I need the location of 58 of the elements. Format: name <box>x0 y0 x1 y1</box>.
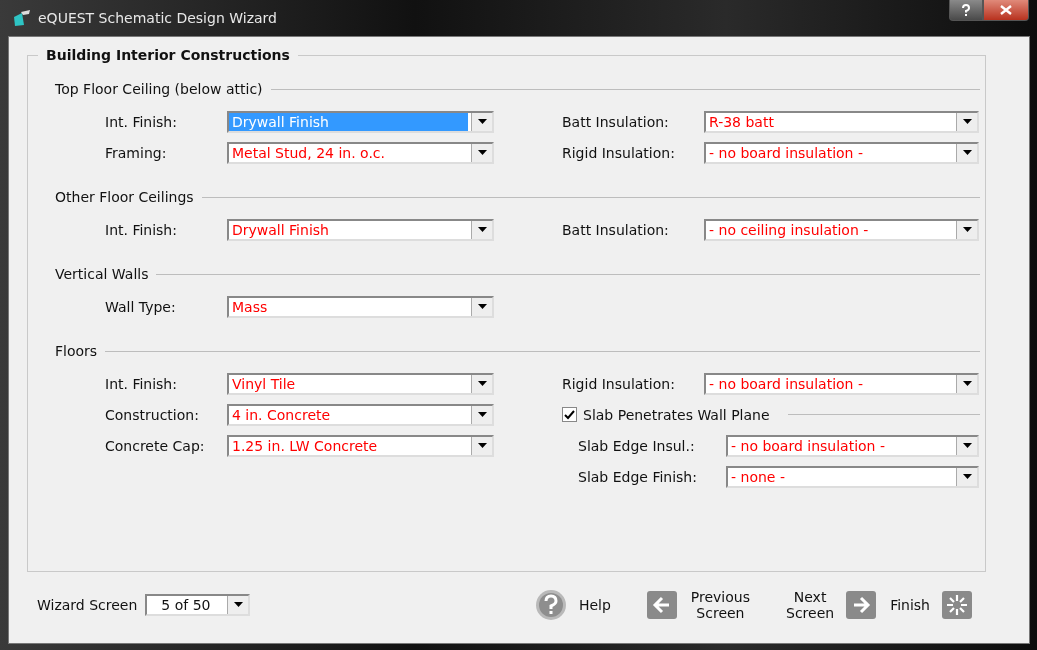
help-link[interactable]: Help <box>578 596 611 613</box>
field-label: Int. Finish: <box>105 221 178 238</box>
dropdown[interactable]: Drywall Finish <box>227 218 494 241</box>
checkbox-label: Slab Penetrates Wall Plane <box>583 406 770 423</box>
help-icon[interactable] <box>949 0 983 21</box>
section-title: Floors <box>55 343 98 359</box>
next-screen-link[interactable]: Next Screen <box>786 588 835 621</box>
field-label: Int. Finish: <box>105 113 178 130</box>
section-title: Vertical Walls <box>55 266 149 282</box>
caret-icon <box>956 374 977 393</box>
dropdown[interactable]: Mass <box>227 295 494 318</box>
wizard-screen-label: Wizard Screen <box>37 596 138 613</box>
field-label: Concrete Cap: <box>105 437 206 454</box>
field-label: Batt Insulation: <box>562 113 670 130</box>
previous-screen-link[interactable]: Previous Screen <box>690 588 750 621</box>
sparkle-icon[interactable] <box>942 590 972 619</box>
dropdown[interactable]: - no board insulation - <box>726 434 979 457</box>
dropdown[interactable]: Vinyl Tile <box>227 372 494 395</box>
caret-icon <box>471 297 492 316</box>
close-icon[interactable] <box>983 0 1029 21</box>
caret-icon <box>956 436 977 455</box>
finish-link[interactable]: Finish <box>890 596 930 613</box>
dropdown[interactable]: - no board insulation - <box>704 141 979 164</box>
caret-icon <box>956 112 977 131</box>
group-title: Building Interior Constructions <box>38 47 298 63</box>
dropdown[interactable]: - no board insulation - <box>704 372 979 395</box>
caret-icon <box>471 374 492 393</box>
caret-icon <box>471 143 492 162</box>
field-label: Slab Edge Insul.: <box>578 437 696 454</box>
field-label: Construction: <box>105 406 200 423</box>
caret-icon <box>471 436 492 455</box>
field-label: Batt Insulation: <box>562 221 670 238</box>
field-label: Rigid Insulation: <box>562 144 676 161</box>
caret-icon <box>471 220 492 239</box>
section-title: Top Floor Ceiling (below attic) <box>55 81 263 97</box>
dropdown[interactable]: Metal Stud, 24 in. o.c. <box>227 141 494 164</box>
section-title: Other Floor Ceilings <box>55 189 194 205</box>
field-label: Slab Edge Finish: <box>578 468 698 485</box>
dropdown[interactable]: 4 in. Concrete <box>227 403 494 426</box>
dropdown[interactable]: - no ceiling insulation - <box>704 218 979 241</box>
field-label: Wall Type: <box>105 298 177 315</box>
caret-icon <box>956 220 977 239</box>
dropdown[interactable]: Drywall Finish <box>227 110 494 133</box>
checkbox[interactable] <box>562 407 577 422</box>
app-icon <box>12 9 32 27</box>
caret-icon <box>227 595 249 614</box>
field-label: Int. Finish: <box>105 375 178 392</box>
dropdown[interactable]: 1.25 in. LW Concrete <box>227 434 494 457</box>
caret-icon <box>471 405 492 424</box>
dropdown[interactable]: - none - <box>726 465 979 488</box>
screen-dropdown[interactable]: 5 of 50 <box>145 593 251 616</box>
window-title: eQUEST Schematic Design Wizard <box>38 10 277 26</box>
field-label: Rigid Insulation: <box>562 375 676 392</box>
caret-icon <box>956 467 977 486</box>
dropdown[interactable]: R-38 batt <box>704 110 979 133</box>
field-label: Framing: <box>105 144 168 161</box>
caret-icon <box>956 143 977 162</box>
caret-icon <box>471 112 492 131</box>
